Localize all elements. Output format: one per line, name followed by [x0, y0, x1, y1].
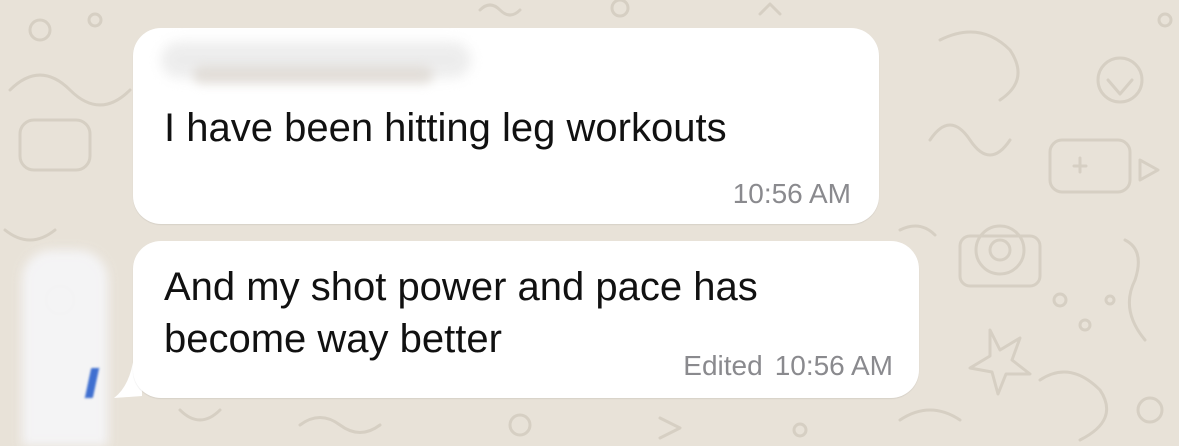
message-bubble-2[interactable]: And my shot power and pace has become wa… — [133, 241, 919, 398]
message-timestamp: 10:56 AM — [732, 178, 851, 209]
sender-avatar[interactable] — [22, 250, 108, 446]
message-text: I have been hitting leg workouts — [164, 106, 727, 150]
message-bubble-1[interactable]: I have been hitting leg workouts 10:56 A… — [133, 28, 879, 224]
message-meta: Edited 10:56 AM — [683, 350, 893, 382]
message-timestamp: 10:56 AM — [774, 350, 893, 381]
sender-name-redacted-underline — [193, 66, 433, 84]
edited-label: Edited — [683, 350, 763, 381]
